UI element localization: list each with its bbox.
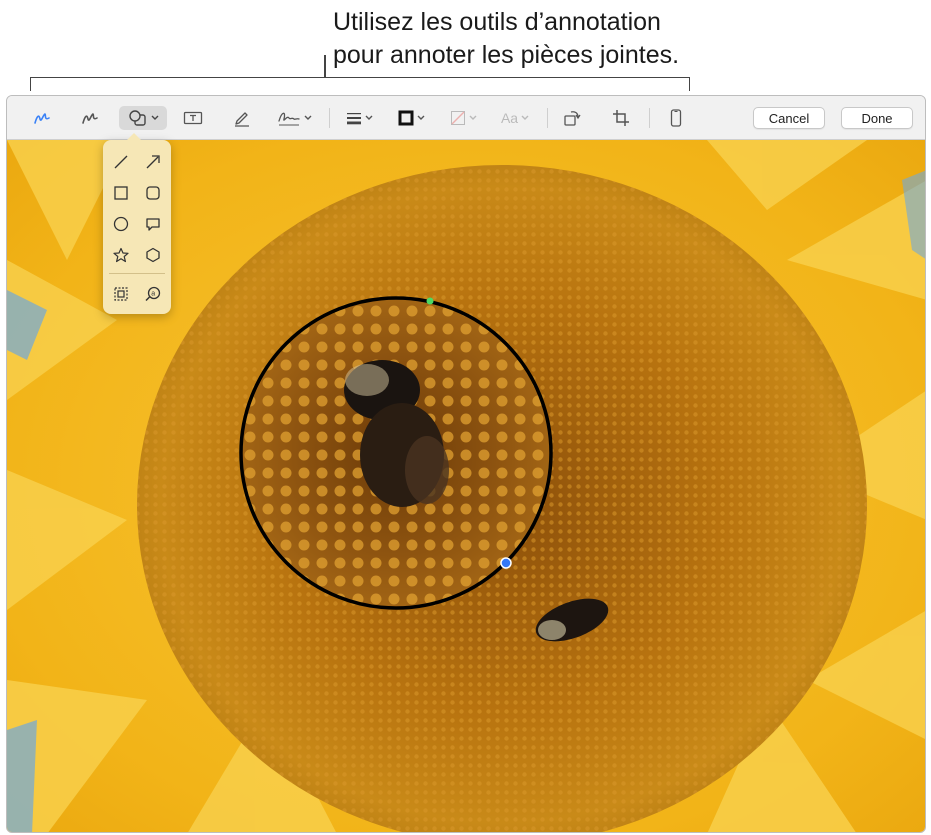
text-style-icon: Aa — [500, 110, 519, 126]
toolbar-separator — [329, 108, 330, 128]
toolbar-separator — [649, 108, 650, 128]
border-color-tool[interactable] — [393, 106, 429, 130]
text-style-tool[interactable]: Aa — [495, 106, 535, 130]
rounded-rectangle-shape-option[interactable] — [141, 181, 165, 205]
star-shape-option[interactable] — [109, 243, 133, 267]
rounded-rectangle-icon — [146, 186, 160, 200]
mask-icon — [114, 287, 128, 301]
shapes-icon — [128, 110, 146, 126]
shapes-menu: a — [103, 133, 171, 314]
draw-icon — [82, 113, 98, 124]
markup-toolbar: Aa Cancel Done — [7, 96, 925, 140]
chevron-down-icon — [304, 115, 311, 120]
highlight-tool[interactable] — [229, 106, 255, 130]
star-icon — [113, 247, 129, 263]
callout-text: Utilisez les outils d’annotation pour an… — [333, 6, 773, 72]
callout-line-1: Utilisez les outils d’annotation — [333, 8, 661, 36]
polygon-shape-option[interactable] — [141, 243, 165, 267]
chevron-down-icon — [469, 115, 476, 120]
arrow-icon — [146, 155, 160, 169]
line-icon — [114, 155, 128, 169]
polygon-icon — [146, 247, 160, 263]
shapes-tool[interactable] — [119, 106, 167, 130]
sign-tool[interactable] — [273, 106, 315, 130]
rectangle-shape-option[interactable] — [109, 181, 133, 205]
crop-button[interactable] — [608, 106, 634, 130]
draw-tool[interactable] — [77, 106, 103, 130]
callout-bracket — [30, 77, 690, 91]
loupe-shape-option[interactable]: a — [141, 282, 165, 306]
line-weight-icon — [346, 113, 361, 125]
loupe-icon: a — [145, 286, 161, 302]
chevron-down-icon — [521, 115, 529, 120]
crop-icon — [613, 110, 629, 126]
toolbar-separator — [547, 108, 548, 128]
mask-shape-option[interactable] — [109, 282, 133, 306]
svg-text:a: a — [151, 291, 155, 298]
rotate-icon — [564, 111, 581, 126]
callout-pointer — [324, 55, 326, 77]
menu-divider — [109, 273, 165, 274]
arrow-shape-option[interactable] — [141, 150, 165, 174]
rectangle-icon — [114, 186, 128, 200]
markup-window: Aa Cancel Done a — [6, 95, 926, 833]
sketch-icon — [34, 113, 50, 124]
chevron-down-icon — [151, 115, 158, 120]
cancel-button[interactable]: Cancel — [753, 107, 825, 129]
callout-line-2: pour annoter les pièces jointes. — [333, 41, 680, 69]
text-box-icon — [183, 111, 203, 125]
border-color-icon — [398, 110, 413, 126]
chevron-down-icon — [417, 115, 424, 120]
oval-shape-option[interactable] — [109, 212, 133, 236]
line-shape-option[interactable] — [109, 150, 133, 174]
speech-bubble-icon — [146, 218, 160, 231]
done-button[interactable]: Done — [841, 107, 913, 129]
fill-color-tool[interactable] — [445, 106, 481, 130]
highlighter-icon — [235, 112, 249, 127]
chevron-down-icon — [365, 115, 372, 120]
sketch-tool[interactable] — [29, 106, 55, 130]
fill-color-icon — [450, 111, 465, 125]
text-tool[interactable] — [180, 106, 206, 130]
speech-bubble-shape-option[interactable] — [141, 212, 165, 236]
shape-style-tool[interactable] — [341, 106, 377, 130]
oval-icon — [113, 216, 129, 232]
device-button[interactable] — [663, 106, 689, 130]
signature-icon — [277, 112, 300, 126]
rotate-button[interactable] — [559, 106, 585, 130]
iphone-icon — [670, 109, 682, 127]
